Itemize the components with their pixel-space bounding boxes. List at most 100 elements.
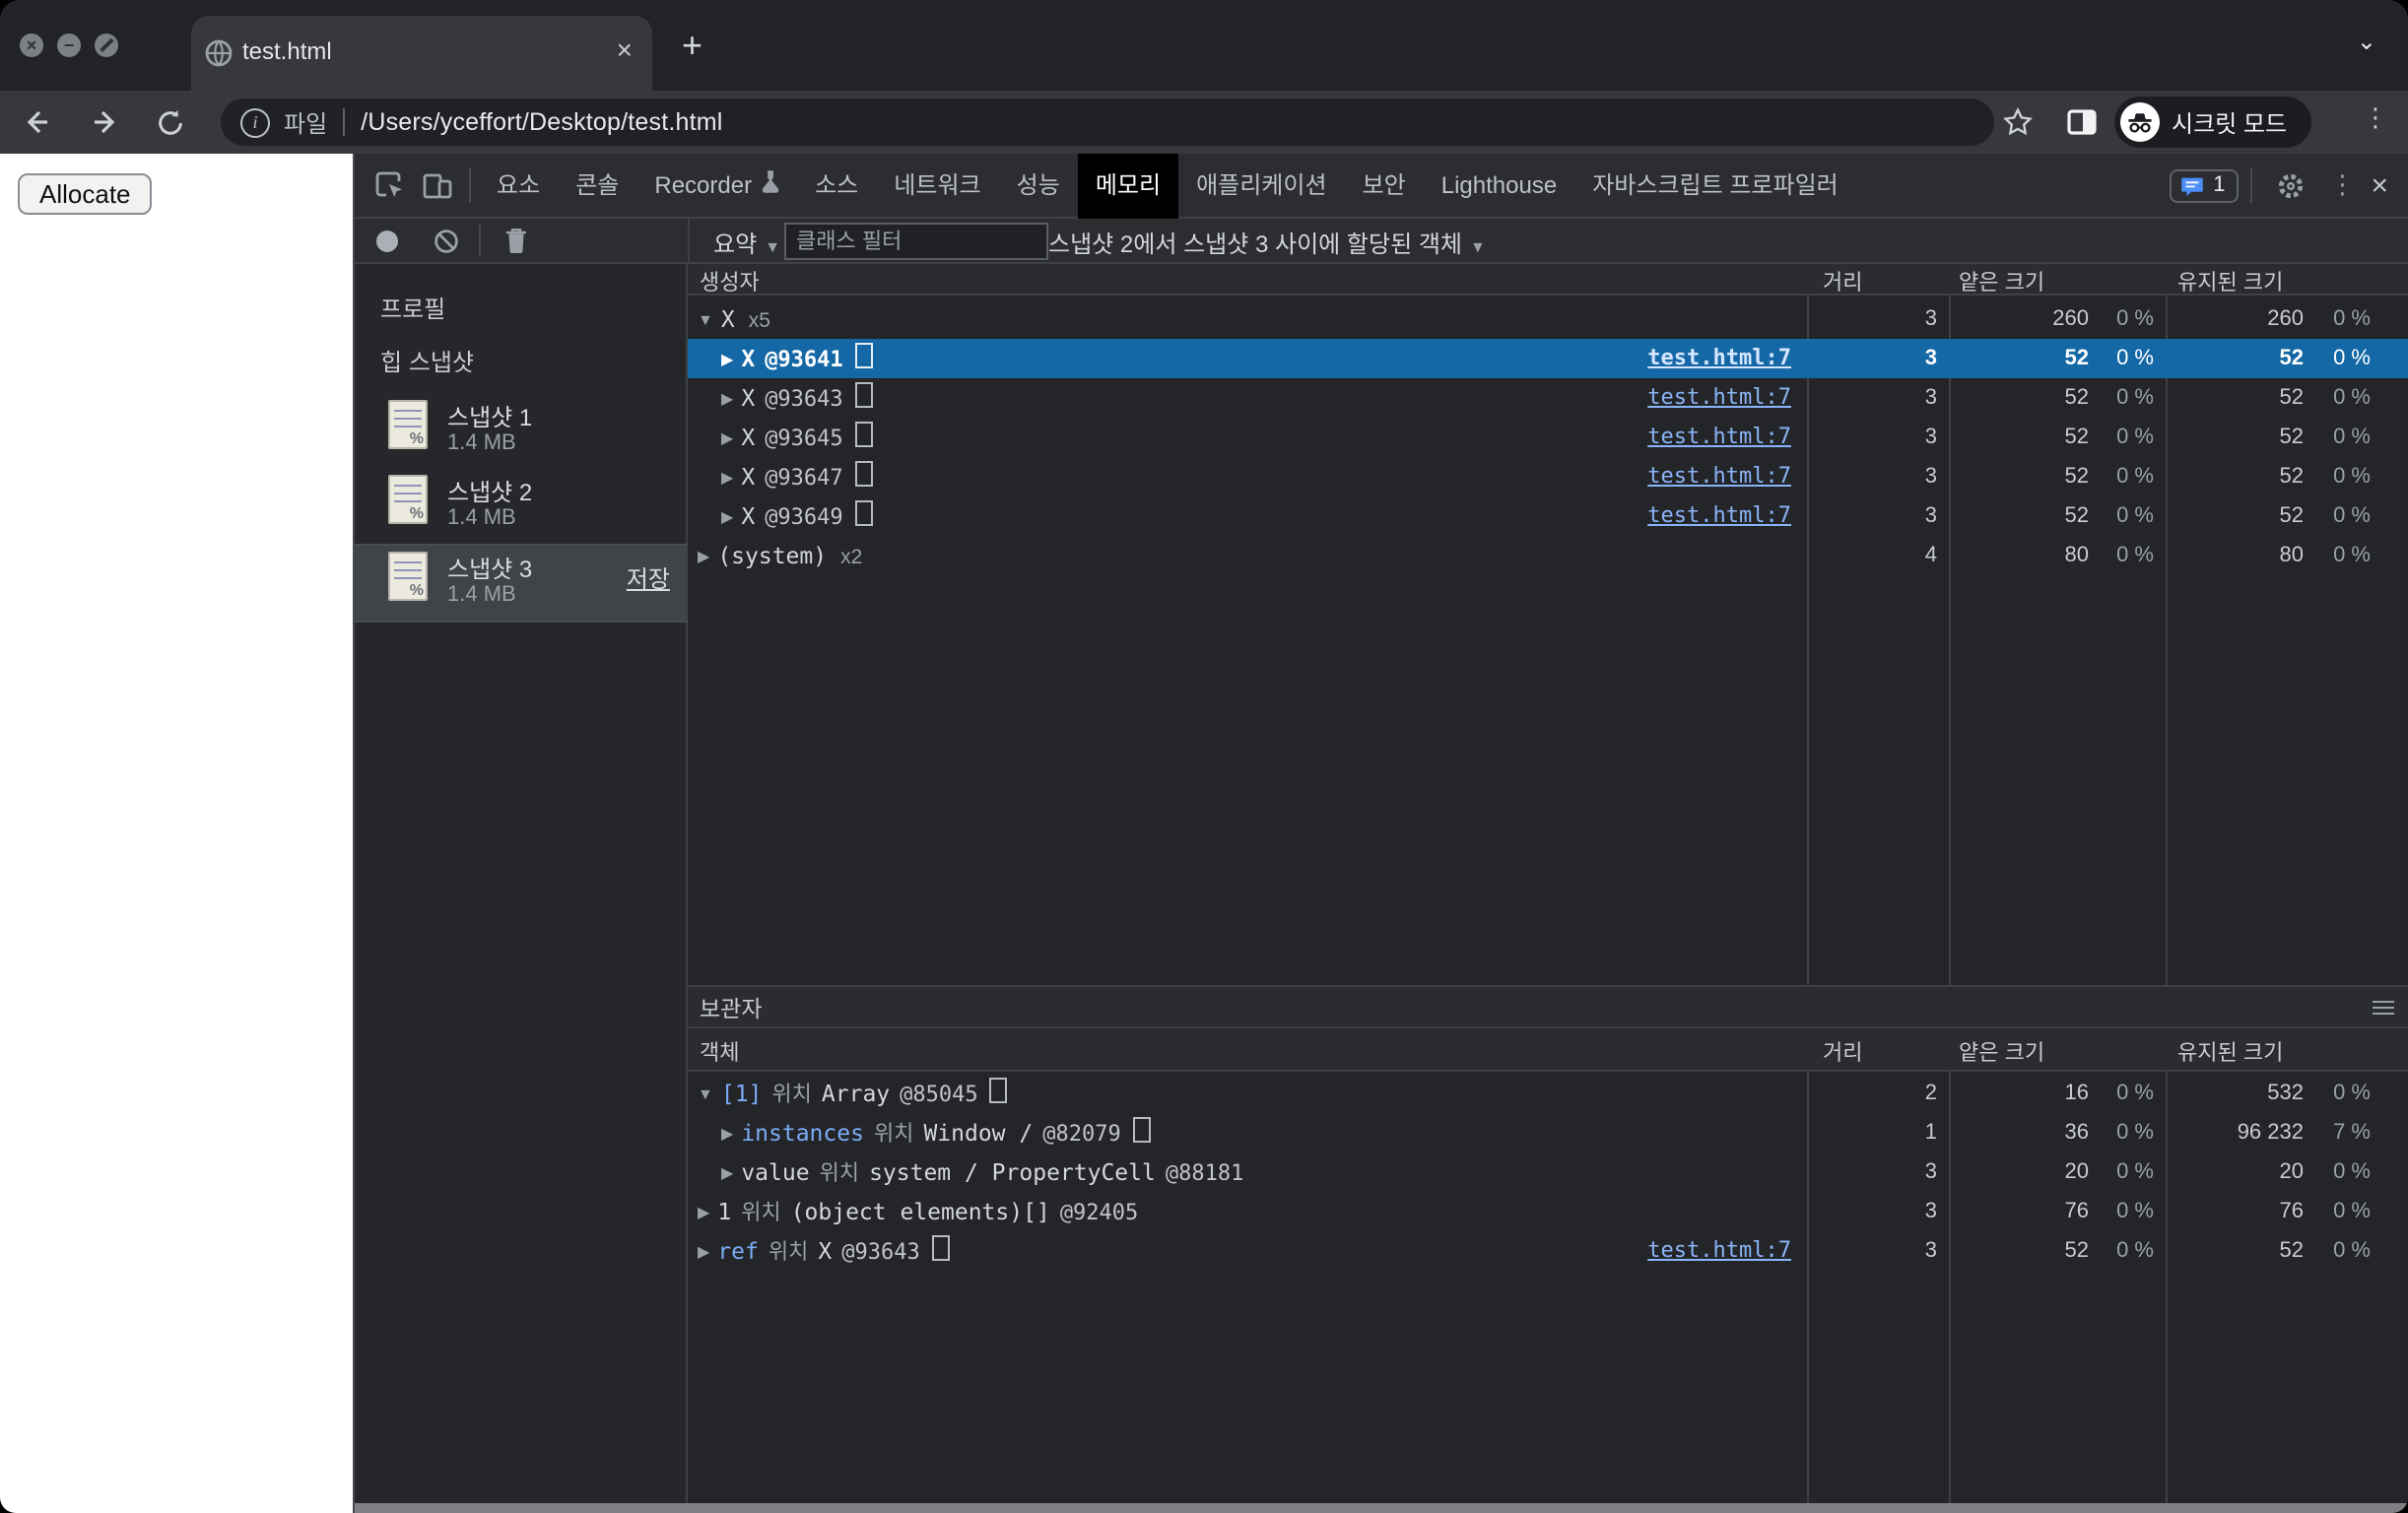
object-column-header[interactable]: 객체 (700, 1036, 740, 1068)
constructor-row[interactable]: X@93649 test.html:7 3 52 0 % 52 0 % (688, 496, 2408, 536)
expand-arrow-icon[interactable] (721, 390, 733, 408)
omnibox-divider (343, 108, 346, 136)
forward-button[interactable] (83, 102, 122, 142)
object-box-glyph (989, 1078, 1008, 1103)
tab-application[interactable]: 애플리케이션 (1178, 153, 1345, 218)
side-panel-icon[interactable] (2061, 102, 2101, 142)
retainer-row[interactable]: 1위치(object elements)[]@92405 3 76 0 % 76… (688, 1192, 2408, 1231)
tab-memory[interactable]: 메모리 (1077, 153, 1179, 218)
close-window-icon[interactable]: × (20, 33, 43, 57)
distance-column-header[interactable]: 거리 (1823, 266, 1863, 297)
browser-menu-icon[interactable]: ⋮ (2363, 102, 2388, 134)
chevron-down-icon: ▼ (1470, 238, 1486, 256)
devtools-tab-bar: 요소 콘솔 Recorder 소스 네트워크 성능 메모리 애플리케이션 보안 … (355, 153, 2408, 219)
expand-arrow-icon[interactable] (721, 508, 733, 526)
expand-arrow-icon[interactable] (721, 469, 733, 487)
bookmark-star-icon[interactable] (1998, 102, 2038, 142)
perspective-select[interactable]: 요약 ▼ (713, 227, 780, 260)
source-link[interactable]: test.html:7 (1647, 339, 1791, 378)
tab-sources[interactable]: 소스 (797, 153, 876, 218)
retainer-row[interactable]: ref위치X@93643 test.html:7 3 52 0 % 52 0 % (688, 1231, 2408, 1271)
constructor-row[interactable]: X@93645 test.html:7 3 52 0 % 52 0 % (688, 418, 2408, 457)
fullscreen-window-icon[interactable] (95, 33, 118, 57)
expand-arrow-icon[interactable] (698, 548, 709, 565)
tab-recorder[interactable]: Recorder (636, 153, 797, 218)
tab-close-icon[interactable]: × (617, 33, 633, 65)
reload-button[interactable] (150, 102, 189, 142)
tab-console[interactable]: 콘솔 (558, 153, 636, 218)
source-link[interactable]: test.html:7 (1647, 418, 1791, 457)
tab-elements[interactable]: 요소 (479, 153, 558, 218)
memory-toolbar: 요약▼ 스냅샷 2에서 스냅샷 3 사이에 할당된 객체▼ (355, 219, 2408, 264)
tab-js-profiler[interactable]: 자바스크립트 프로파일러 (1574, 153, 1856, 218)
retainer-row[interactable]: value위치system / PropertyCell@88181 3 20 … (688, 1152, 2408, 1192)
source-link[interactable]: test.html:7 (1647, 1231, 1791, 1271)
delete-profile-icon[interactable] (504, 227, 528, 254)
chevron-down-icon: ▼ (765, 238, 781, 256)
expand-arrow-icon[interactable] (721, 1125, 733, 1143)
tab-search-chevron-icon[interactable]: ⌄ (2357, 28, 2376, 55)
constructors-column-header[interactable]: 생성자 (700, 266, 760, 297)
clear-profiles-icon[interactable] (434, 229, 459, 254)
back-button[interactable] (20, 102, 59, 142)
devtools-menu-icon[interactable]: ⋮ (2329, 169, 2355, 201)
issues-bubble-icon (2181, 176, 2203, 196)
shallow-size-column-header[interactable]: 얕은 크기 (1959, 1036, 2044, 1068)
collapse-arrow-icon[interactable] (698, 1085, 713, 1103)
save-snapshot-link[interactable]: 저장 (627, 561, 670, 595)
retainers-header-row: 객체 거리 얕은 크기 유지된 크기 (688, 1028, 2408, 1072)
class-filter-input[interactable] (784, 223, 1048, 260)
source-link[interactable]: test.html:7 (1647, 457, 1791, 496)
constructor-row-selected[interactable]: X@93641 test.html:7 3 52 0 % 52 0 % (688, 339, 2408, 378)
window-resize-edge[interactable] (355, 1503, 2408, 1513)
retainers-section-bar[interactable]: 보관자 (688, 985, 2408, 1028)
expand-arrow-icon[interactable] (698, 1243, 709, 1261)
incognito-badge: 시크릿 모드 (2114, 97, 2311, 148)
tab-strip: × − test.html × + ⌄ (0, 0, 2408, 91)
snapshot-item-3[interactable]: % 스냅샷 3 1.4 MB 저장 (355, 544, 688, 623)
expand-arrow-icon[interactable] (721, 351, 733, 368)
tab-network[interactable]: 네트워크 (876, 153, 998, 218)
new-tab-button[interactable]: + (682, 28, 702, 63)
constructor-row[interactable]: X@93643 test.html:7 3 52 0 % 52 0 % (688, 378, 2408, 418)
source-link[interactable]: test.html:7 (1647, 378, 1791, 418)
constructor-row[interactable]: (system)x2 4 80 0 % 80 0 % (688, 536, 2408, 575)
device-toolbar-icon[interactable] (414, 162, 461, 209)
object-box-glyph (854, 500, 873, 526)
constructor-row[interactable]: Xx5 3 260 0 % 260 0 % (688, 299, 2408, 339)
allocation-scope-select[interactable]: 스냅샷 2에서 스냅샷 3 사이에 할당된 객체 ▼ (1048, 227, 1486, 260)
object-box-glyph (854, 461, 873, 487)
retainer-row[interactable]: [1]위치Array@85045 2 16 0 % 532 0 % (688, 1074, 2408, 1113)
expand-arrow-icon[interactable] (721, 1164, 733, 1182)
heap-snapshot-icon: % (388, 475, 428, 524)
heap-snapshot-icon: % (388, 552, 428, 601)
retainers-menu-icon[interactable] (2373, 1001, 2394, 1019)
expand-arrow-icon[interactable] (721, 429, 733, 447)
collapse-arrow-icon[interactable] (698, 311, 713, 329)
snapshot-item-2[interactable]: % 스냅샷 2 1.4 MB (355, 469, 688, 544)
constructor-row[interactable]: X@93647 test.html:7 3 52 0 % 52 0 % (688, 457, 2408, 496)
record-heap-icon[interactable] (376, 230, 398, 252)
distance-column-header[interactable]: 거리 (1823, 1036, 1863, 1068)
browser-tab[interactable]: test.html × (191, 16, 652, 91)
issues-badge[interactable]: 1 (2170, 168, 2240, 202)
tab-security[interactable]: 보안 (1345, 153, 1424, 218)
shallow-size-column-header[interactable]: 얕은 크기 (1959, 266, 2044, 297)
retainer-row[interactable]: instances위치Window /@82079 1 36 0 % 96 23… (688, 1113, 2408, 1152)
devtools-close-icon[interactable]: × (2371, 168, 2388, 202)
inspect-element-icon[interactable] (367, 162, 414, 209)
allocate-button[interactable]: Allocate (18, 173, 153, 215)
minimize-window-icon[interactable]: − (57, 33, 81, 57)
settings-gear-icon[interactable] (2276, 170, 2306, 200)
expand-arrow-icon[interactable] (698, 1204, 709, 1221)
site-info-icon[interactable]: i (240, 107, 270, 137)
browser-window: × − test.html × + ⌄ i 파일 /Users/yceffort… (0, 0, 2408, 1513)
retained-size-column-header[interactable]: 유지된 크기 (2177, 266, 2283, 297)
address-bar[interactable]: i 파일 /Users/yceffort/Desktop/test.html (221, 99, 1994, 146)
tab-performance[interactable]: 성능 (999, 153, 1078, 218)
source-link[interactable]: test.html:7 (1647, 496, 1791, 536)
devtools-panel: 요소 콘솔 Recorder 소스 네트워크 성능 메모리 애플리케이션 보안 … (353, 153, 2408, 1513)
tab-lighthouse[interactable]: Lighthouse (1424, 153, 1574, 218)
snapshot-item-1[interactable]: % 스냅샷 1 1.4 MB (355, 394, 688, 469)
retained-size-column-header[interactable]: 유지된 크기 (2177, 1036, 2283, 1068)
